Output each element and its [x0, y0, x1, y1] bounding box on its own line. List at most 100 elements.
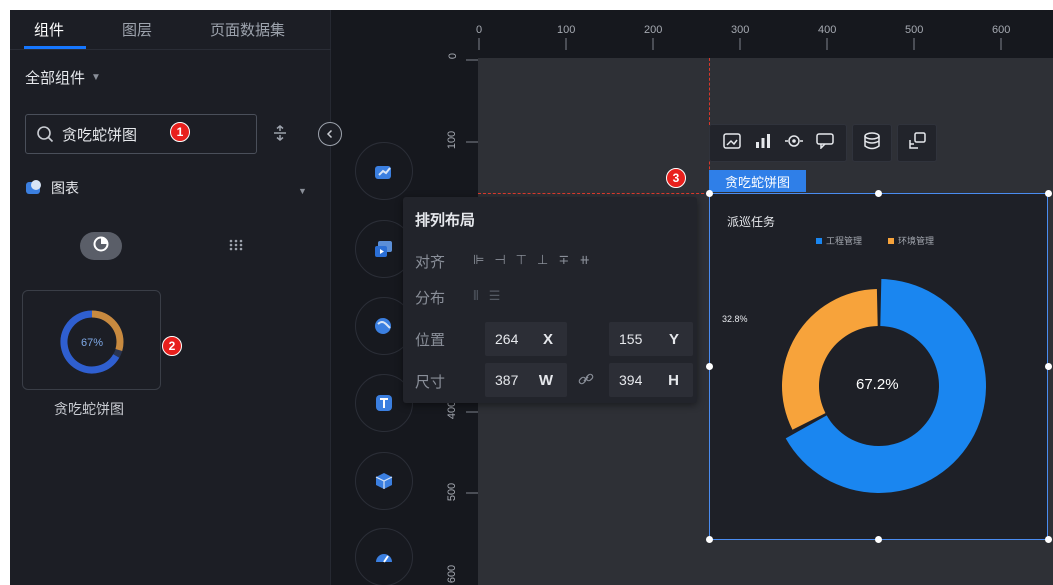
ruler-tick: 300 — [731, 24, 750, 36]
size-w-value: 387 — [495, 372, 519, 388]
ruler-tick: 0 — [476, 24, 483, 36]
ruler-tick: 500 — [905, 24, 924, 36]
ruler-tick: 400 — [446, 400, 459, 420]
tool-gauge-button[interactable] — [355, 528, 413, 585]
position-y-value: 155 — [619, 331, 643, 347]
pie-slice-1[interactable] — [782, 289, 878, 430]
position-y-field[interactable]: 155 Y — [609, 322, 693, 356]
size-h-value: 394 — [619, 372, 643, 388]
component-card-label: 贪吃蛇饼图 — [54, 401, 124, 417]
distribute-icons[interactable]: ⦀☰ — [473, 288, 510, 304]
align-left-icon[interactable]: ⊫ — [473, 252, 494, 267]
panel-tabs: 组件 图层 页面数据集 — [10, 10, 331, 50]
layout-panel-title: 排列布局 — [415, 212, 476, 229]
search-icon — [36, 125, 54, 143]
position-x-value: 264 — [495, 331, 519, 347]
resize-handle-sw[interactable] — [706, 536, 713, 543]
tab-page-datasets[interactable]: 页面数据集 — [210, 19, 285, 40]
sort-icon[interactable] — [272, 124, 288, 147]
align-right-icon[interactable]: ⊣ — [494, 252, 515, 267]
distribute-label: 分布 — [415, 290, 446, 307]
text-tool-icon — [376, 395, 392, 411]
chart-tool-icon — [375, 166, 391, 179]
thumbnail-percent: 67% — [81, 337, 103, 349]
resize-handle-e[interactable] — [1045, 363, 1052, 370]
bar-chart-icon[interactable] — [754, 133, 772, 154]
search-field[interactable] — [25, 114, 257, 154]
category-charts[interactable]: 图表 — [25, 178, 79, 198]
position-y-unit: Y — [668, 330, 679, 348]
ruler-tick: 0 — [447, 52, 460, 60]
caret-down-icon: ▼ — [91, 72, 101, 83]
component-filter-dropdown[interactable]: 全部组件 ▼ — [25, 67, 101, 88]
size-h-field[interactable]: 394 H — [609, 363, 693, 397]
active-tab-indicator — [24, 46, 86, 49]
widget-name-tag: 贪吃蛇饼图 — [709, 170, 806, 192]
tab-components[interactable]: 组件 — [34, 19, 64, 40]
ruler-tick: 500 — [446, 482, 459, 502]
align-label: 对齐 — [415, 254, 446, 271]
snake-pie-component-card[interactable]: 67% — [22, 290, 161, 390]
preview-icon[interactable] — [784, 133, 803, 154]
collapse-panel-button[interactable] — [318, 122, 342, 146]
alignment-guide-horizontal — [478, 193, 709, 194]
component-filter-label: 全部组件 — [25, 70, 86, 87]
ruler-tick: 100 — [446, 130, 459, 150]
category-caret-icon[interactable]: ▼ — [298, 186, 307, 196]
interaction-icon[interactable] — [908, 131, 926, 155]
category-label: 图表 — [51, 180, 79, 196]
snake-pie-thumbnail: 67% — [60, 310, 124, 374]
media-tool-icon — [375, 241, 392, 257]
step-badge-1: 1 — [170, 122, 190, 142]
tool-chart-button[interactable] — [355, 142, 413, 200]
snake-pie-widget[interactable]: 派巡任务 工程管理 环境管理 32.8% 67.2% — [709, 193, 1048, 540]
ruler-tick: 200 — [644, 24, 663, 36]
app-window: 组件 图层 页面数据集 全部组件 ▼ 1 图表 ▼ — [10, 10, 1053, 585]
resize-handle-n[interactable] — [875, 190, 882, 197]
position-label: 位置 — [415, 332, 446, 349]
resize-handle-se[interactable] — [1045, 536, 1052, 543]
size-w-field[interactable]: 387 W — [485, 363, 567, 397]
layout-panel: 排列布局 对齐 ⊫⊣⊤⊥∓⧺ 分布 ⦀☰ 位置 264 X 155 Y 尺寸 3… — [403, 197, 697, 403]
resize-handle-ne[interactable] — [1045, 190, 1052, 197]
cube-tool-icon — [375, 473, 393, 489]
align-center-h-icon[interactable]: ⧺ — [579, 252, 600, 267]
donut-chart — [782, 279, 986, 494]
position-x-field[interactable]: 264 X — [485, 322, 567, 356]
ruler-tick: 600 — [446, 564, 459, 584]
image-icon[interactable] — [722, 132, 741, 154]
pie-chart-icon — [93, 236, 109, 257]
step-badge-2: 2 — [162, 336, 182, 356]
ruler-tick: 600 — [992, 24, 1011, 36]
align-top-icon[interactable]: ⊤ — [516, 252, 537, 267]
resize-handle-s[interactable] — [875, 536, 882, 543]
resize-handle-w[interactable] — [706, 363, 713, 370]
distribute-horizontal-icon[interactable]: ⦀ — [473, 288, 489, 303]
align-center-v-icon[interactable]: ∓ — [558, 252, 579, 267]
database-icon[interactable] — [863, 131, 881, 155]
align-icons[interactable]: ⊫⊣⊤⊥∓⧺ — [473, 252, 600, 268]
search-input[interactable] — [62, 125, 172, 143]
comment-icon[interactable] — [815, 132, 834, 154]
widget-toolbar-group-1 — [709, 124, 847, 162]
resize-handle-nw[interactable] — [706, 190, 713, 197]
size-h-unit: H — [668, 371, 679, 389]
chart-view-toggle[interactable] — [80, 232, 122, 260]
position-x-unit: X — [542, 330, 553, 348]
size-w-unit: W — [538, 371, 553, 389]
map-tool-icon — [375, 318, 391, 334]
step-badge-3: 3 — [666, 168, 686, 188]
center-percent-label: 67.2% — [856, 376, 899, 393]
grid-view-icon[interactable] — [228, 238, 244, 257]
gauge-tool-icon — [376, 554, 392, 563]
chart-category-icon — [25, 179, 43, 198]
widget-toolbar-group-2 — [852, 124, 892, 162]
link-icon[interactable] — [578, 371, 594, 392]
align-bottom-icon[interactable]: ⊥ — [537, 252, 558, 267]
horizontal-ruler: 0 100 200 300 400 500 600 — [331, 10, 1053, 50]
ruler-tick: 400 — [818, 24, 837, 36]
tool-3d-button[interactable] — [355, 452, 413, 510]
distribute-vertical-icon[interactable]: ☰ — [489, 288, 511, 303]
size-label: 尺寸 — [415, 374, 446, 391]
tab-layers[interactable]: 图层 — [122, 19, 152, 40]
